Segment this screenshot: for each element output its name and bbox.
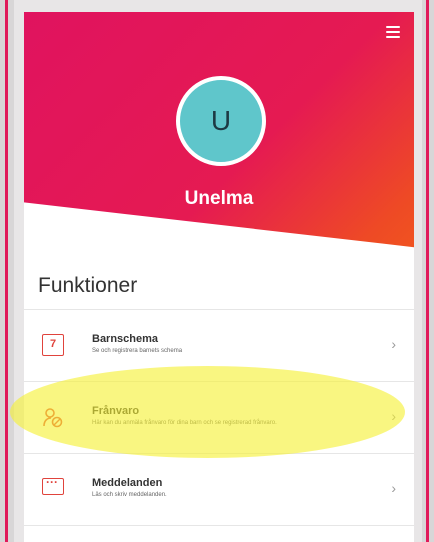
function-list: 7 Barnschema Se och registrera barnets s… <box>24 309 414 526</box>
list-item-barnschema[interactable]: 7 Barnschema Se och registrera barnets s… <box>24 309 414 381</box>
section-title: Funktioner <box>38 274 138 297</box>
list-item-title: Meddelanden <box>92 477 163 489</box>
list-item-subtitle: Se och registrera barnets schema <box>92 348 183 354</box>
absence-icon <box>43 408 63 428</box>
chevron-right-icon: › <box>391 336 396 352</box>
list-item-subtitle: Här kan du anmäla frånvaro för dina barn… <box>92 420 277 426</box>
device-frame-right <box>422 0 434 542</box>
device-frame-left <box>0 0 14 542</box>
list-item-subtitle: Läs och skriv meddelanden. <box>92 492 167 498</box>
hamburger-icon[interactable] <box>386 26 400 38</box>
user-name: Unelma <box>184 188 254 209</box>
avatar-initial: U <box>210 105 232 136</box>
list-item-title: Barnschema <box>92 333 159 345</box>
list-item-title: Frånvaro <box>92 405 140 417</box>
list-item-franvaro[interactable]: Frånvaro Här kan du anmäla frånvaro för … <box>24 381 414 453</box>
chevron-right-icon: › <box>391 480 396 496</box>
chevron-right-icon: › <box>391 408 396 424</box>
app-screen: U Unelma Funktioner 7 Barnschema Se och … <box>24 12 414 542</box>
message-icon <box>42 475 64 495</box>
avatar[interactable]: U <box>176 76 266 166</box>
calendar-icon: 7 <box>42 334 64 356</box>
list-item-meddelanden[interactable]: Meddelanden Läs och skriv meddelanden. › <box>24 453 414 526</box>
